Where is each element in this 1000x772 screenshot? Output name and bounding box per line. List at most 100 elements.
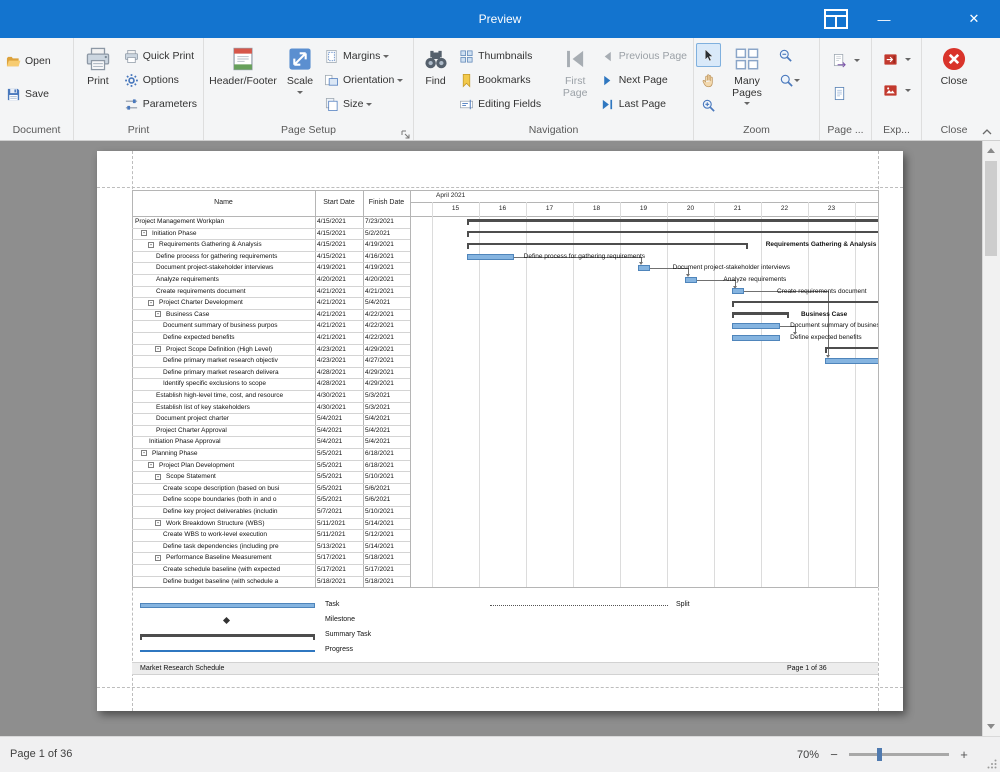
many-pages-label: Many Pages bbox=[727, 76, 767, 99]
quick-print-icon bbox=[124, 49, 139, 64]
ribbon-display-options-button[interactable] bbox=[820, 0, 852, 38]
open-button[interactable]: Open bbox=[2, 49, 55, 73]
many-pages-button[interactable]: Many Pages bbox=[721, 40, 773, 122]
save-button[interactable]: Save bbox=[2, 82, 55, 106]
zoom-slider[interactable] bbox=[849, 753, 949, 756]
task-name-cell: Establish high-level time, cost, and res… bbox=[132, 390, 315, 402]
orientation-button[interactable]: Orientation bbox=[320, 68, 407, 92]
header-footer-icon bbox=[230, 46, 256, 72]
bar-label: Requirements Gathering & Analysis bbox=[766, 241, 877, 253]
zoom-out-button[interactable] bbox=[773, 43, 798, 67]
task-start-cell: 5/17/2021 bbox=[317, 552, 362, 564]
send-file-icon bbox=[883, 83, 898, 98]
last-page-button[interactable]: Last Page bbox=[596, 92, 691, 116]
group-label-page-background: Page ... bbox=[820, 122, 871, 140]
bookmarks-button[interactable]: Bookmarks bbox=[455, 68, 555, 92]
resize-grip[interactable] bbox=[987, 759, 997, 769]
quick-print-button[interactable]: Quick Print bbox=[120, 44, 201, 68]
hand-tool-button[interactable] bbox=[696, 68, 721, 92]
mouse-pointer-button[interactable] bbox=[696, 43, 721, 67]
bar-label: Create requirements document bbox=[777, 288, 867, 300]
page-color-icon bbox=[832, 86, 847, 101]
task-finish-cell: 5/4/2021 bbox=[365, 425, 409, 437]
task-start-cell: 5/5/2021 bbox=[317, 494, 362, 506]
summary-bar-end bbox=[732, 312, 734, 318]
margin-guide bbox=[97, 187, 903, 188]
grid-line bbox=[315, 190, 316, 587]
zoom-slider-thumb[interactable] bbox=[877, 748, 882, 761]
header-footer-button[interactable]: Header/Footer bbox=[206, 40, 280, 122]
previous-page-icon bbox=[600, 49, 615, 64]
margins-button[interactable]: Margins bbox=[320, 44, 407, 68]
task-bar bbox=[825, 358, 878, 364]
zoom-in-button[interactable] bbox=[696, 93, 721, 117]
task-start-cell: 5/4/2021 bbox=[317, 425, 362, 437]
grid-line bbox=[363, 190, 364, 587]
close-window-button[interactable]: ✕ bbox=[958, 0, 990, 38]
page-indicator: Page 1 of 36 bbox=[10, 737, 72, 772]
watermark-button[interactable] bbox=[828, 48, 864, 72]
parameters-label: Parameters bbox=[143, 98, 197, 110]
zoom-in-slider-button[interactable]: + bbox=[958, 747, 970, 762]
close-preview-button[interactable]: Close bbox=[929, 40, 979, 122]
legend-summary-swatch bbox=[140, 634, 142, 640]
task-finish-cell: 5/4/2021 bbox=[365, 297, 409, 309]
task-name-cell: Define task dependencies (including pre bbox=[132, 541, 315, 553]
page-setup-dialog-launcher[interactable] bbox=[400, 127, 411, 138]
first-page-button[interactable]: First Page bbox=[555, 40, 596, 122]
export-document-button[interactable] bbox=[879, 47, 915, 71]
report-footer-title: Market Research Schedule bbox=[140, 665, 224, 672]
timeline-day-label: 22 bbox=[761, 202, 808, 216]
task-name-cell: Create WBS to work-level execution bbox=[132, 529, 315, 541]
task-start-cell: 5/7/2021 bbox=[317, 506, 362, 518]
scroll-up-arrow[interactable] bbox=[987, 148, 995, 153]
expand-collapse-box: - bbox=[155, 520, 161, 526]
task-bar bbox=[732, 288, 744, 294]
scroll-down-arrow[interactable] bbox=[987, 724, 995, 729]
scale-dropdown-icon bbox=[297, 91, 303, 94]
task-name-cell: Define key project deliverables (includi… bbox=[132, 506, 315, 518]
task-start-cell: 5/17/2021 bbox=[317, 564, 362, 576]
task-start-cell: 5/4/2021 bbox=[317, 436, 362, 448]
group-label-print: Print bbox=[74, 122, 203, 140]
minimize-button[interactable]: — bbox=[868, 0, 900, 38]
column-header-start: Start Date bbox=[315, 190, 363, 216]
close-red-icon bbox=[941, 46, 967, 72]
task-finish-cell: 5/10/2021 bbox=[365, 471, 409, 483]
find-button[interactable]: Find bbox=[416, 40, 455, 122]
next-page-button[interactable]: Next Page bbox=[596, 68, 691, 92]
collapse-ribbon-button[interactable] bbox=[980, 125, 994, 137]
options-button[interactable]: Options bbox=[120, 68, 201, 92]
task-start-cell: 4/21/2021 bbox=[317, 332, 362, 344]
parameters-button[interactable]: Parameters bbox=[120, 92, 201, 116]
statusbar: Page 1 of 36 70% − + bbox=[0, 736, 1000, 772]
previous-page-button[interactable]: Previous Page bbox=[596, 44, 691, 68]
pointer-icon bbox=[701, 48, 716, 63]
expand-collapse-box: - bbox=[148, 242, 154, 248]
scroll-thumb[interactable] bbox=[985, 161, 997, 256]
summary-bar-end bbox=[787, 312, 789, 318]
grid-line bbox=[132, 190, 878, 191]
zoom-out-slider-button[interactable]: − bbox=[828, 747, 840, 762]
scale-icon bbox=[287, 46, 313, 72]
thumbnails-button[interactable]: Thumbnails bbox=[455, 44, 555, 68]
page-color-button[interactable] bbox=[828, 81, 864, 105]
timeline-day-label: 20 bbox=[667, 202, 714, 216]
task-finish-cell: 4/19/2021 bbox=[365, 262, 409, 274]
group-label-close: Close bbox=[922, 122, 986, 140]
vertical-scrollbar[interactable] bbox=[982, 141, 1000, 736]
task-finish-cell: 5/2/2021 bbox=[365, 228, 409, 240]
zoom-dropdown-button[interactable] bbox=[773, 68, 805, 92]
options-label: Options bbox=[143, 74, 179, 86]
summary-bar-end bbox=[467, 231, 469, 237]
size-button[interactable]: Size bbox=[320, 92, 407, 116]
send-document-button[interactable] bbox=[879, 78, 915, 102]
task-start-cell: 4/21/2021 bbox=[317, 320, 362, 332]
document-area: NameStart DateFinish DateApril 202115161… bbox=[0, 141, 1000, 736]
preview-window: Preview — ✕ Open Save Document Print bbox=[0, 0, 1000, 770]
editing-fields-button[interactable]: Editing Fields bbox=[455, 92, 555, 116]
scale-button[interactable]: Scale bbox=[280, 40, 320, 122]
editing-fields-icon bbox=[459, 97, 474, 112]
print-button[interactable]: Print bbox=[76, 40, 120, 122]
task-name-cell: Initiation Phase Approval bbox=[132, 436, 315, 448]
